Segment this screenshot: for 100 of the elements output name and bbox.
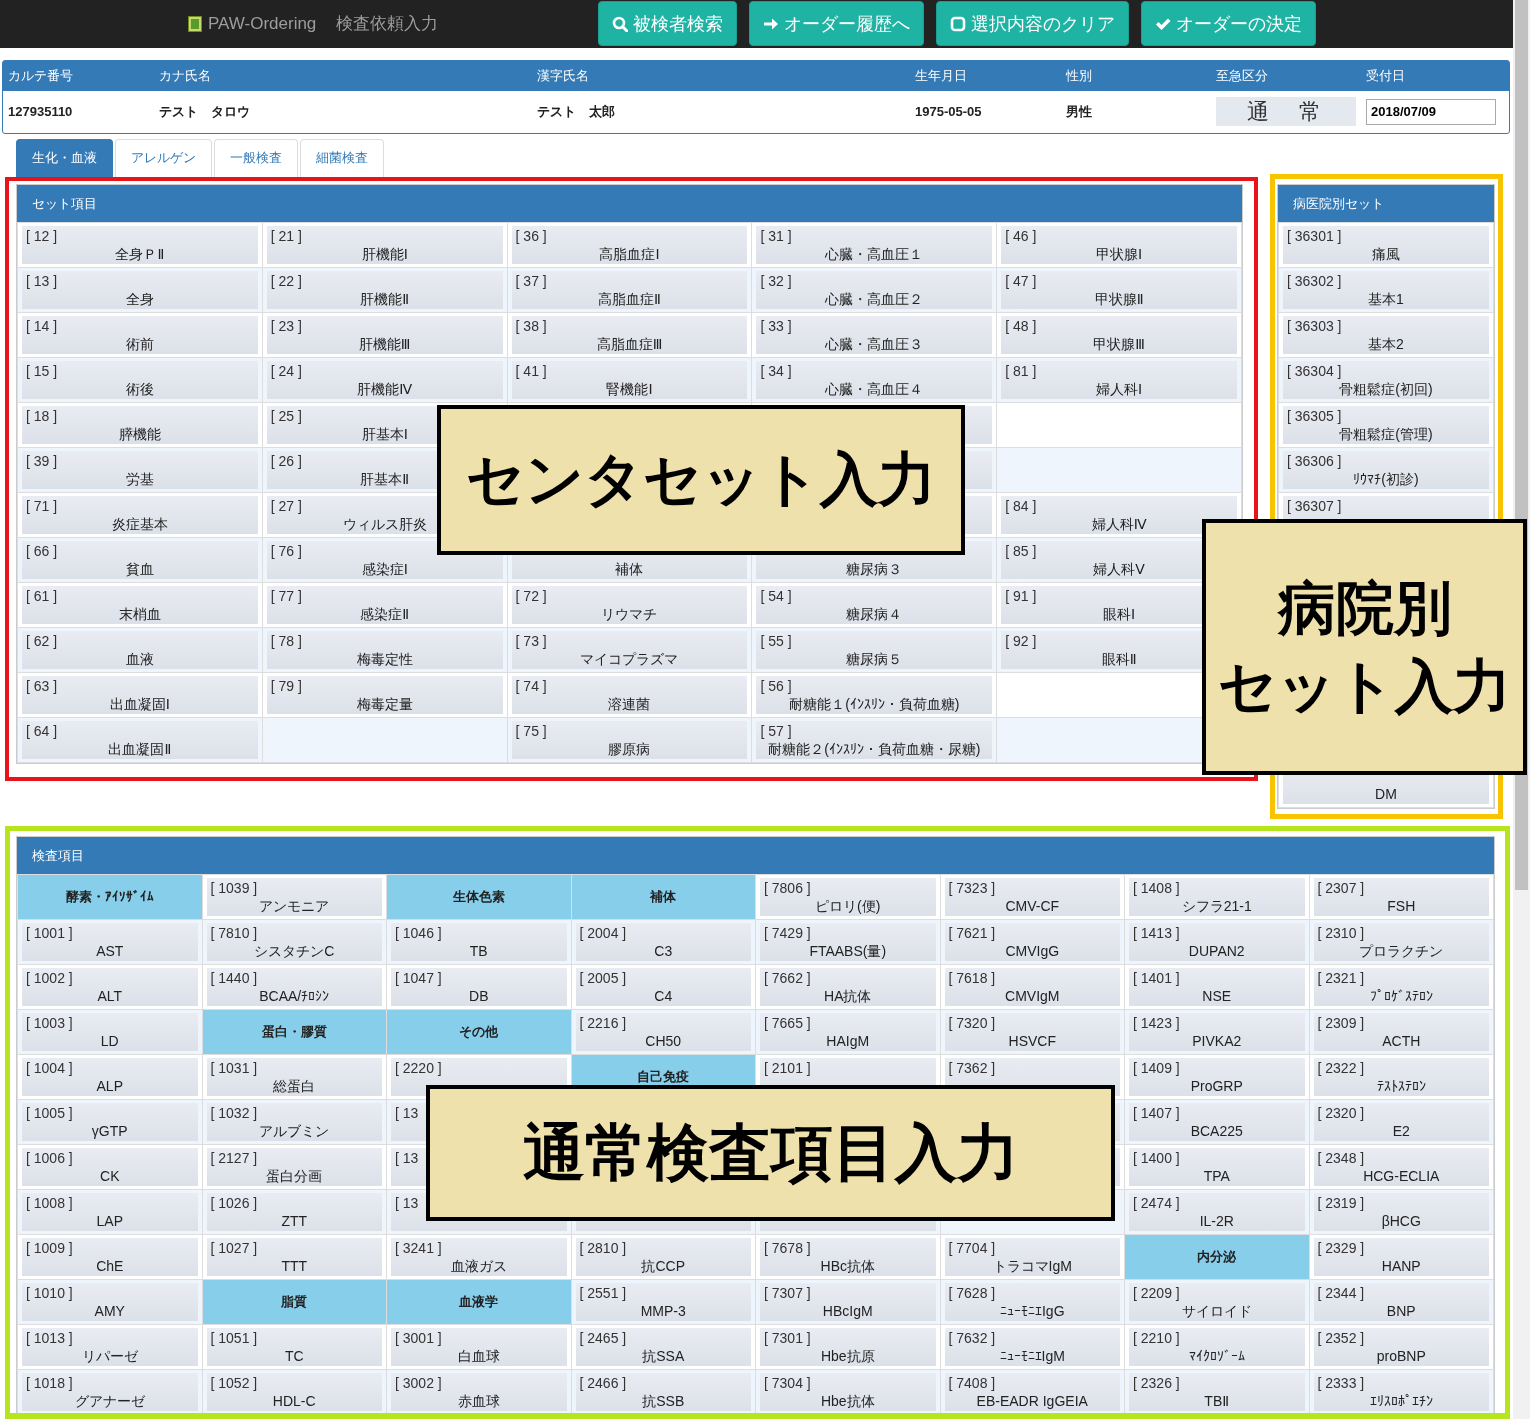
exam-item-button[interactable]: [ 1401 ] NSE	[1129, 967, 1305, 1006]
exam-item-button[interactable]: [ 1409 ] ProGRP	[1129, 1057, 1305, 1096]
set-item-button[interactable]: [ 55 ] 糖尿病５	[756, 630, 993, 669]
tab[interactable]: 生化・血液	[16, 138, 113, 177]
set-item-button[interactable]: [ 18 ] 膵機能	[22, 405, 258, 444]
exam-item-button[interactable]: [ 2329 ] HANP	[1313, 1237, 1489, 1276]
exam-item-button[interactable]: [ 2465 ] 抗SSA	[575, 1327, 751, 1366]
set-item-button[interactable]: [ 66 ] 貧血	[22, 540, 258, 579]
exam-item-button[interactable]: [ 2216 ] CH50	[575, 1012, 751, 1051]
exam-item-button[interactable]: [ 1013 ] リパーゼ	[22, 1327, 198, 1366]
exam-item-button[interactable]: [ 2321 ] ﾌﾟﾛｹﾞｽﾃﾛﾝ	[1313, 967, 1489, 1006]
exam-item-button[interactable]: [ 2466 ] 抗SSB	[575, 1372, 751, 1411]
urgency-badge[interactable]: 通 常	[1216, 97, 1356, 127]
set-item-button[interactable]: [ 31 ] 心臓・高血圧１	[756, 225, 993, 264]
set-item-button[interactable]: [ 84 ] 婦人科Ⅳ	[1001, 495, 1237, 534]
set-item-button[interactable]: [ 71 ] 炎症基本	[22, 495, 258, 534]
exam-item-button[interactable]: [ 2810 ] 抗CCP	[575, 1237, 751, 1276]
exam-item-button[interactable]: [ 2005 ] C4	[575, 967, 751, 1006]
exam-item-button[interactable]: [ 7806 ] ピロリ(便)	[760, 877, 936, 916]
exam-item-button[interactable]: [ 1031 ] 総蛋白	[206, 1057, 382, 1096]
exam-item-button[interactable]: [ 1032 ] アルブミン	[206, 1102, 382, 1141]
set-item-button[interactable]: [ 48 ] 甲状腺Ⅲ	[1001, 315, 1237, 354]
set-item-button[interactable]: [ 21 ] 肝機能Ⅰ	[266, 225, 503, 264]
exam-item-button[interactable]: [ 2310 ] プロラクチン	[1313, 922, 1489, 961]
exam-item-button[interactable]: [ 2326 ] TBⅡ	[1129, 1372, 1305, 1411]
exam-item-button[interactable]: [ 7704 ] トラコマIgM	[944, 1237, 1120, 1276]
exam-item-button[interactable]: [ 7304 ] Hbe抗体	[760, 1372, 936, 1411]
exam-item-button[interactable]: [ 1026 ] ZTT	[206, 1192, 382, 1231]
exam-item-button[interactable]: [ 1027 ] TTT	[206, 1237, 382, 1276]
exam-item-button[interactable]: [ 7621 ] CMVIgG	[944, 922, 1120, 961]
exam-item-button[interactable]: [ 1039 ] アンモニア	[206, 877, 382, 916]
set-item-button[interactable]: [ 73 ] マイコプラズマ	[511, 630, 748, 669]
exam-item-button[interactable]: [ 7662 ] HA抗体	[760, 967, 936, 1006]
exam-item-button[interactable]: [ 1005 ] γGTP	[22, 1102, 198, 1141]
set-item-button[interactable]: [ 22 ] 肝機能Ⅱ	[266, 270, 503, 309]
exam-item-button[interactable]: [ 2333 ] ｴﾘｽﾛﾎﾟｴﾁﾝ	[1313, 1372, 1489, 1411]
set-item-button[interactable]: [ 77 ] 感染症Ⅱ	[266, 585, 503, 624]
exam-item-button[interactable]: [ 1004 ] ALP	[22, 1057, 198, 1096]
exam-item-button[interactable]: [ 1408 ] シフラ21-1	[1129, 877, 1305, 916]
set-item-button[interactable]: [ 81 ] 婦人科Ⅰ	[1001, 360, 1237, 399]
exam-item-button[interactable]: [ 1400 ] TPA	[1129, 1147, 1305, 1186]
set-item-button[interactable]: [ 41 ] 腎機能Ⅰ	[511, 360, 748, 399]
exam-item-button[interactable]: [ 2352 ] proBNP	[1313, 1327, 1489, 1366]
exam-item-button[interactable]: [ 2309 ] ACTH	[1313, 1012, 1489, 1051]
set-item-button[interactable]: [ 33 ] 心臓・高血圧３	[756, 315, 993, 354]
tab[interactable]: 細菌検査	[300, 138, 384, 177]
exam-item-button[interactable]: [ 2004 ] C3	[575, 922, 751, 961]
exam-item-button[interactable]: [ 2127 ] 蛋白分画	[206, 1147, 382, 1186]
exam-item-button[interactable]: [ 1407 ] BCA225	[1129, 1102, 1305, 1141]
exam-item-button[interactable]: [ 1008 ] LAP	[22, 1192, 198, 1231]
exam-item-button[interactable]: [ 1413 ] DUPAN2	[1129, 922, 1305, 961]
exam-item-button[interactable]: [ 7810 ] シスタチンC	[206, 922, 382, 961]
exam-item-button[interactable]: [ 1051 ] TC	[206, 1327, 382, 1366]
exam-item-button[interactable]: [ 3241 ] 血液ガス	[391, 1237, 567, 1276]
exam-item-button[interactable]: [ 1018 ] グアナーゼ	[22, 1372, 198, 1411]
set-item-button[interactable]: [ 72 ] リウマチ	[511, 585, 748, 624]
exam-item-button[interactable]: [ 1002 ] ALT	[22, 967, 198, 1006]
exam-item-button[interactable]: [ 2209 ] サイロイド	[1129, 1282, 1305, 1321]
hospital-set-button[interactable]: [ 36301 ] 痛風	[1283, 225, 1489, 264]
exam-item-button[interactable]: [ 2348 ] HCG-ECLIA	[1313, 1147, 1489, 1186]
set-item-button[interactable]: [ 74 ] 溶連菌	[511, 675, 748, 714]
exam-item-button[interactable]: [ 1003 ] LD	[22, 1012, 198, 1051]
exam-item-button[interactable]: [ 1001 ] AST	[22, 922, 198, 961]
exam-item-button[interactable]: [ 3001 ] 白血球	[391, 1327, 567, 1366]
exam-item-button[interactable]: [ 2210 ] ﾏｲｸﾛｿﾞｰﾑ	[1129, 1327, 1305, 1366]
exam-item-button[interactable]: [ 3002 ] 赤血球	[391, 1372, 567, 1411]
exam-item-button[interactable]: [ 1047 ] DB	[391, 967, 567, 1006]
set-item-button[interactable]: [ 34 ] 心臓・高血圧４	[756, 360, 993, 399]
exam-item-button[interactable]: [ 1009 ] ChE	[22, 1237, 198, 1276]
exam-item-button[interactable]: [ 7301 ] Hbe抗原	[760, 1327, 936, 1366]
exam-item-button[interactable]: [ 1010 ] AMY	[22, 1282, 198, 1321]
exam-item-button[interactable]: [ 7320 ] HSVCF	[944, 1012, 1120, 1051]
hospital-set-button[interactable]: [ 36306 ] ﾘｳﾏﾁ(初診)	[1283, 450, 1489, 489]
exam-item-button[interactable]: [ 2320 ] E2	[1313, 1102, 1489, 1141]
exam-item-button[interactable]: [ 1006 ] CK	[22, 1147, 198, 1186]
set-item-button[interactable]: [ 47 ] 甲状腺Ⅱ	[1001, 270, 1237, 309]
exam-item-button[interactable]: [ 1052 ] HDL-C	[206, 1372, 382, 1411]
exam-item-button[interactable]: [ 7665 ] HAIgM	[760, 1012, 936, 1051]
exam-item-button[interactable]: [ 2344 ] BNP	[1313, 1282, 1489, 1321]
date-field[interactable]: 2018/07/09	[1366, 98, 1496, 125]
hospital-set-button[interactable]: [ 36304 ] 骨粗鬆症(初回)	[1283, 360, 1489, 399]
exam-item-button[interactable]: [ 7323 ] CMV-CF	[944, 877, 1120, 916]
exam-item-button[interactable]: [ 7618 ] CMVIgM	[944, 967, 1120, 1006]
set-item-button[interactable]: [ 64 ] 出血凝固Ⅱ	[22, 720, 258, 759]
set-item-button[interactable]: [ 23 ] 肝機能Ⅲ	[266, 315, 503, 354]
set-item-button[interactable]: [ 79 ] 梅毒定量	[266, 675, 503, 714]
set-item-button[interactable]: [ 56 ] 耐糖能１(ｲﾝｽﾘﾝ・負荷血糖)	[756, 675, 993, 714]
hospital-set-button[interactable]: [ 36305 ] 骨粗鬆症(管理)	[1283, 405, 1489, 444]
exam-item-button[interactable]: [ 7307 ] HBcIgM	[760, 1282, 936, 1321]
tab[interactable]: アレルゲン	[115, 138, 212, 177]
set-item-button[interactable]: [ 62 ] 血液	[22, 630, 258, 669]
exam-item-button[interactable]: [ 2474 ] IL-2R	[1129, 1192, 1305, 1231]
set-item-button[interactable]: [ 54 ] 糖尿病４	[756, 585, 993, 624]
exam-item-button[interactable]: [ 1423 ] PIVKA2	[1129, 1012, 1305, 1051]
exam-item-button[interactable]: [ 7628 ] ﾆｭｰﾓﾆｴIgG	[944, 1282, 1120, 1321]
set-item-button[interactable]: [ 63 ] 出血凝固Ⅰ	[22, 675, 258, 714]
exam-item-button[interactable]: [ 1046 ] TB	[391, 922, 567, 961]
set-item-button[interactable]: [ 12 ] 全身ＰⅡ	[22, 225, 258, 264]
exam-item-button[interactable]: [ 7678 ] HBc抗体	[760, 1237, 936, 1276]
exam-item-button[interactable]: [ 7429 ] FTAABS(量)	[760, 922, 936, 961]
